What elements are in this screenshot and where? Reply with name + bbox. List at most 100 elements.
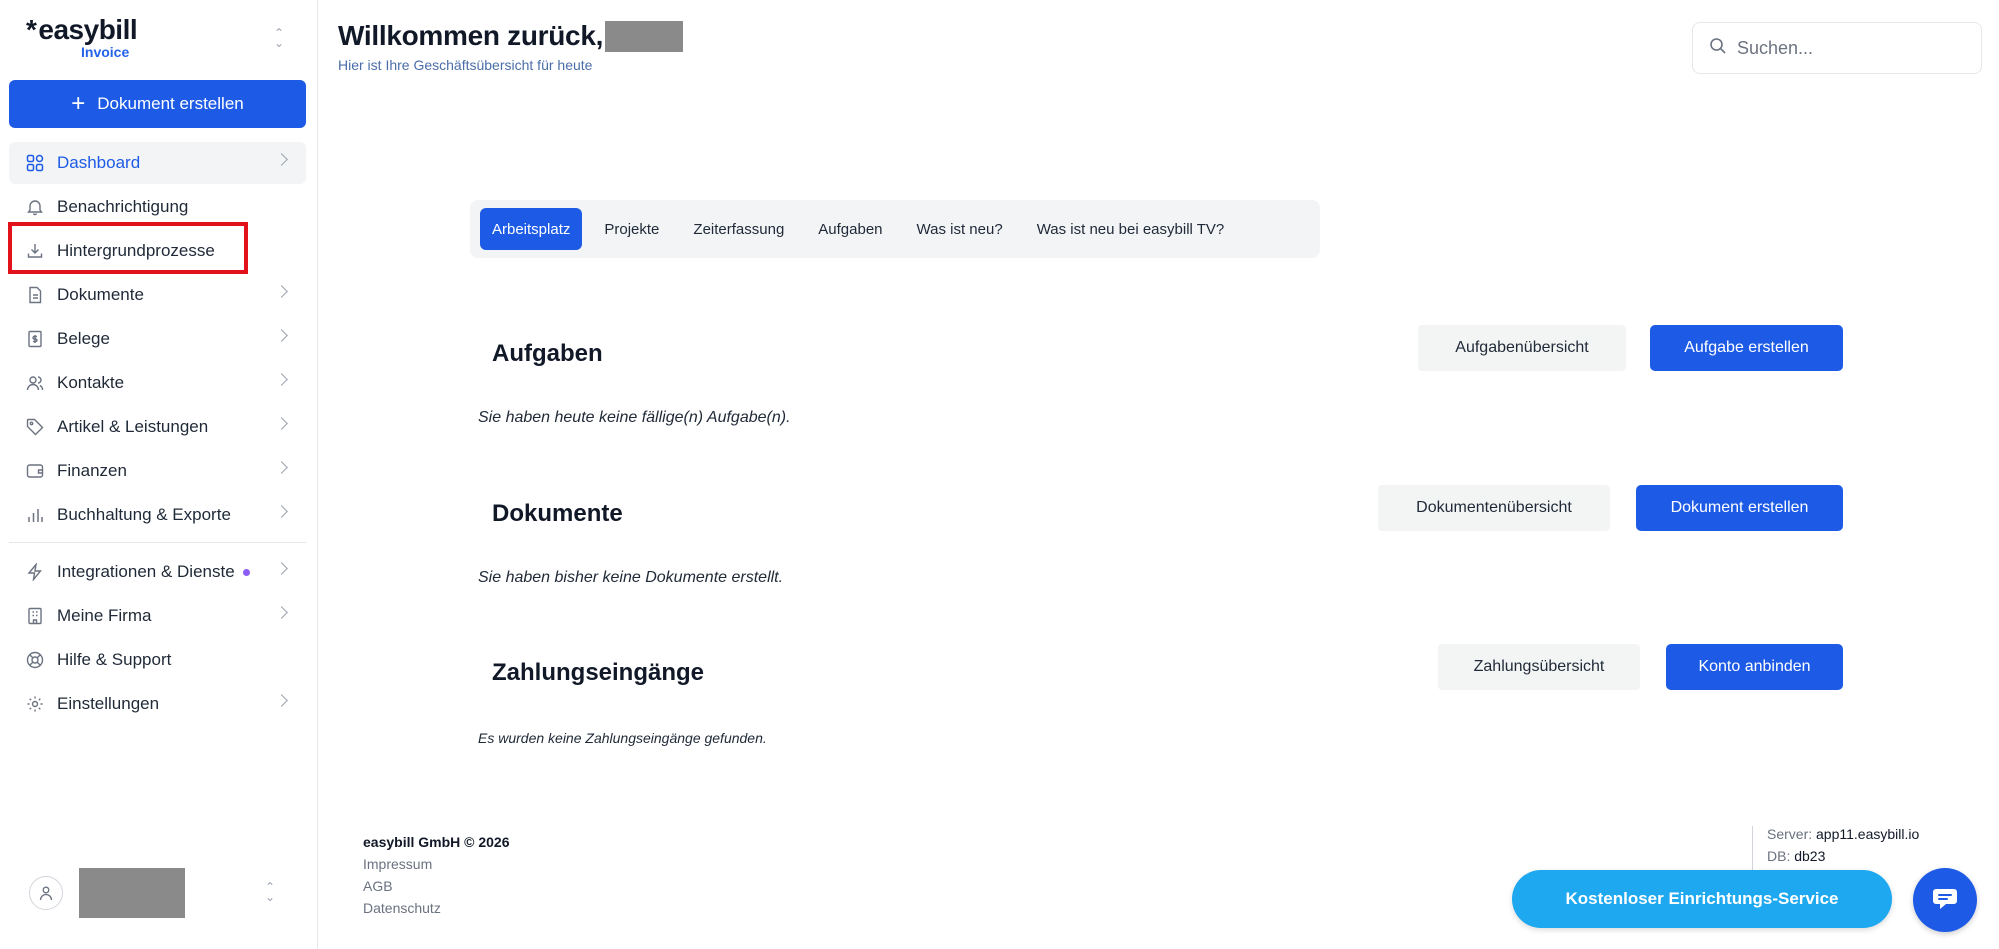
sidebar-item-label: Dashboard xyxy=(57,153,141,172)
connect-account-button[interactable]: Konto anbinden xyxy=(1666,644,1843,690)
receipt-icon xyxy=(25,329,45,349)
tasks-heading: Aufgaben xyxy=(492,340,603,367)
user-avatar-icon xyxy=(29,876,63,910)
sidebar-item-label: Meine Firma xyxy=(57,606,152,625)
sidebar-item-label: Belege xyxy=(57,329,110,348)
chevron-right-icon xyxy=(275,606,288,619)
server-value: app11.easybill.io xyxy=(1816,826,1920,842)
db-row: DB: db23 xyxy=(1767,848,1919,864)
sidebar-item-company[interactable]: Meine Firma xyxy=(9,595,306,637)
tab-workplace[interactable]: Arbeitsplatz xyxy=(480,208,583,250)
tag-icon xyxy=(25,417,45,437)
sidebar-divider xyxy=(9,542,306,543)
documents-overview-button[interactable]: Dokumentenübersicht xyxy=(1378,485,1610,531)
chevron-right-icon xyxy=(275,505,288,518)
documents-empty-message: Sie haben bisher keine Dokumente erstell… xyxy=(478,569,784,586)
redacted-user-name xyxy=(605,20,684,52)
footer-company: easybill GmbH © 2026 xyxy=(363,834,510,850)
sidebar-item-label: Hilfe & Support xyxy=(57,650,172,669)
footer-link-terms[interactable]: AGB xyxy=(363,878,510,894)
new-indicator-dot xyxy=(242,568,250,576)
documents-heading: Dokumente xyxy=(492,500,623,527)
document-icon xyxy=(25,285,45,305)
footer-link-privacy[interactable]: Datenschutz xyxy=(363,900,510,916)
db-value: db23 xyxy=(1794,848,1826,864)
sidebar-item-label: Integrationen & Dienste xyxy=(57,562,235,581)
brand-logo: *easybill xyxy=(26,14,138,46)
sidebar-item-finances[interactable]: Finanzen xyxy=(9,450,306,492)
lifebuoy-icon xyxy=(25,650,45,670)
sidebar-item-accounting[interactable]: Buchhaltung & Exporte xyxy=(9,494,306,536)
server-row: Server: app11.easybill.io xyxy=(1767,826,1919,842)
sidebar-item-label: Artikel & Leistungen xyxy=(57,417,209,436)
chevron-right-icon xyxy=(275,461,288,474)
sidebar-item-receipts[interactable]: Belege xyxy=(9,318,306,360)
sidebar-item-contacts[interactable]: Kontakte xyxy=(9,362,306,404)
tasks-empty-message: Sie haben heute keine fällige(n) Aufgabe… xyxy=(478,409,791,426)
chevron-right-icon xyxy=(275,694,288,707)
chevron-right-icon xyxy=(275,373,288,386)
chevron-updown-icon[interactable]: ⌃ ⌄ xyxy=(265,881,275,903)
chevron-updown-icon[interactable]: ⌃ ⌄ xyxy=(272,27,286,49)
sidebar-item-integrations[interactable]: Integrationen & Dienste xyxy=(9,551,306,593)
chat-button[interactable] xyxy=(1913,868,1977,932)
tab-time-tracking[interactable]: Zeiterfassung xyxy=(681,208,796,250)
sidebar-item-settings[interactable]: Einstellungen xyxy=(9,683,306,725)
db-label: DB: xyxy=(1767,848,1791,864)
payments-overview-button[interactable]: Zahlungsübersicht xyxy=(1438,644,1640,690)
chevron-right-icon xyxy=(275,153,288,166)
chat-icon xyxy=(1930,883,1960,918)
plus-icon: + xyxy=(71,90,86,117)
create-document-button[interactable]: + Dokument erstellen xyxy=(9,80,306,128)
sidebar: *easybill Invoice ⌃ ⌄ + Dokument erstelle… xyxy=(0,0,318,949)
brand-product: Invoice xyxy=(81,44,130,60)
payments-empty-message: Es wurden keine Zahlungseingänge gefunde… xyxy=(478,730,767,746)
footer: easybill GmbH © 2026 Impressum AGB Daten… xyxy=(363,834,510,922)
server-label: Server: xyxy=(1767,826,1813,842)
tab-whats-new[interactable]: Was ist neu? xyxy=(905,208,1015,250)
page-subtitle: Hier ist Ihre Geschäftsübersicht für heu… xyxy=(338,57,593,73)
bar-chart-icon xyxy=(25,505,45,525)
setup-service-button[interactable]: Kostenloser Einrichtungs-Service xyxy=(1512,870,1892,928)
grid-icon xyxy=(25,153,45,173)
payments-heading: Zahlungseingänge xyxy=(492,659,705,686)
chevron-right-icon xyxy=(275,562,288,575)
footer-link-imprint[interactable]: Impressum xyxy=(363,856,510,872)
wallet-icon xyxy=(25,461,45,481)
search-box[interactable] xyxy=(1692,22,1982,74)
search-input[interactable] xyxy=(1737,37,1957,59)
create-document-section-button[interactable]: Dokument erstellen xyxy=(1636,485,1843,531)
redacted-user-name xyxy=(79,868,185,918)
chevron-right-icon xyxy=(275,329,288,342)
create-task-button[interactable]: Aufgabe erstellen xyxy=(1650,325,1843,371)
lightning-icon xyxy=(25,562,45,582)
sidebar-item-dashboard[interactable]: Dashboard xyxy=(9,142,306,184)
sidebar-item-help[interactable]: Hilfe & Support xyxy=(9,639,306,681)
create-document-label: Dokument erstellen xyxy=(97,94,244,113)
chevron-right-icon xyxy=(275,285,288,298)
sidebar-item-label: Einstellungen xyxy=(57,694,160,713)
highlight-annotation xyxy=(8,222,248,274)
user-menu[interactable]: ⌃ ⌄ xyxy=(29,868,299,918)
sidebar-item-documents[interactable]: Dokumente xyxy=(9,274,306,316)
sidebar-item-articles[interactable]: Artikel & Leistungen xyxy=(9,406,306,448)
page-title: Willkommen zurück, xyxy=(338,20,684,52)
tab-whats-new-tv[interactable]: Was ist neu bei easybill TV? xyxy=(1025,208,1237,250)
sidebar-item-label: Kontakte xyxy=(57,373,125,392)
search-icon xyxy=(1709,37,1727,60)
tasks-overview-button[interactable]: Aufgabenübersicht xyxy=(1418,325,1626,371)
welcome-text: Willkommen zurück, xyxy=(338,20,604,51)
dashboard-tabs: Arbeitsplatz Projekte Zeiterfassung Aufg… xyxy=(470,200,1320,258)
building-icon xyxy=(25,606,45,626)
brand[interactable]: *easybill Invoice xyxy=(26,14,138,60)
gear-icon xyxy=(25,694,45,714)
sidebar-item-label: Dokumente xyxy=(57,285,144,304)
sidebar-item-label: Buchhaltung & Exporte xyxy=(57,505,231,524)
tab-tasks[interactable]: Aufgaben xyxy=(806,208,894,250)
chevron-right-icon xyxy=(275,417,288,430)
users-icon xyxy=(25,373,45,393)
asterisk-icon: * xyxy=(26,14,37,45)
brand-logo-text: easybill xyxy=(38,14,138,45)
tab-projects[interactable]: Projekte xyxy=(592,208,671,250)
sidebar-item-label: Finanzen xyxy=(57,461,127,480)
